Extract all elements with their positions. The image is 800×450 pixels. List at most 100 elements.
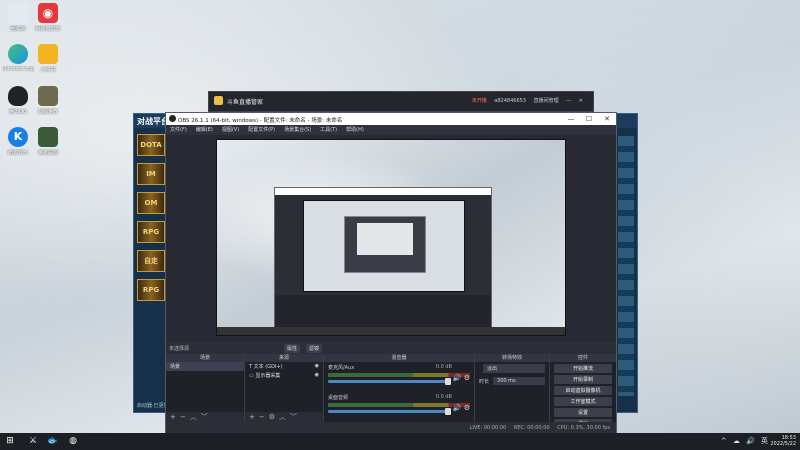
desktop-icon-warships[interactable]: 战舰世界 — [32, 86, 64, 115]
start-streaming-button[interactable]: 开始推流 — [554, 364, 612, 373]
taskbar-clock[interactable]: 18:53 2022/5/22 — [770, 435, 796, 447]
menu-tools[interactable]: 工具(T) — [320, 125, 337, 135]
taskbar: ⊞ ⚔ 🐟 ◍ ^ ☁ 🔊 英 18:53 2022/5/22 — [0, 433, 800, 450]
source-toolbar: 未选择源 属性 滤镜 — [166, 342, 616, 354]
maximize-button[interactable]: ☐ — [580, 113, 598, 125]
mixer-channel: 麦克风/Aux 0.0 dB 🔊 ⚙ — [324, 362, 474, 392]
menu-profile[interactable]: 配置文件(P) — [248, 125, 275, 135]
launcher-footer: 启动器·已更新 — [137, 403, 169, 409]
room-manage-link[interactable]: 直播间管理 — [534, 98, 559, 104]
desktop-icon-kugou[interactable]: K 酷狗音乐 — [2, 127, 34, 156]
game-tile[interactable]: 自走 — [137, 250, 165, 272]
obs-docks: 场景 场景 + − ︿ ﹀ 来源 T 文本 (GDI+) ◉ ▭ 显示器采集 ◉ + −… — [166, 354, 616, 428]
windows-start-icon[interactable]: ⊞ — [3, 435, 17, 448]
virtual-camera-button[interactable]: 启动虚拟摄像机 — [554, 386, 612, 395]
live-status: 未开播 — [471, 98, 487, 104]
desktop-icon-lol[interactable]: 英雄联盟 — [32, 127, 64, 156]
scenes-dock: 场景 场景 + − ︿ ﹀ — [166, 354, 245, 422]
text-source-icon: T — [249, 364, 253, 370]
nested-obs-capture — [274, 187, 492, 334]
obs-preview[interactable] — [216, 139, 566, 336]
launcher-game-list: DOTA IM OM RPG 自走 RPG — [137, 134, 165, 308]
desktop-icon-recycle-bin[interactable]: 回收站 — [2, 3, 34, 32]
obs-window[interactable]: OBS 26.1.1 (64-bit, windows) - 配置文件: 未命名… — [165, 112, 617, 435]
duration-input[interactable]: 300 ms — [493, 377, 545, 385]
close-icon[interactable]: ✕ — [579, 98, 583, 104]
kugou-icon: K — [8, 127, 28, 147]
filters-button[interactable]: 滤镜 — [306, 344, 323, 353]
douyu-live-manager-bar[interactable]: 斗鱼直播管家 未开播 a824846653 直播间管理 — ✕ — [208, 91, 594, 112]
settings-button[interactable]: 设置 — [554, 408, 612, 417]
up-icon[interactable]: ︿ — [279, 413, 286, 421]
controls-header: 控件 — [550, 354, 616, 362]
tray-chevron-icon[interactable]: ^ — [721, 437, 727, 445]
clock-date: 2022/5/22 — [770, 441, 796, 447]
user-id[interactable]: a824846653 — [494, 98, 526, 104]
transitions-dock: 转场特效 淡出 时长 300 ms — [475, 354, 550, 422]
add-icon[interactable]: + — [249, 413, 255, 421]
down-icon[interactable]: ﹀ — [290, 413, 297, 421]
properties-button[interactable]: 属性 — [284, 344, 301, 353]
network-icon[interactable]: ☁ — [733, 437, 740, 445]
input-method-icon[interactable]: 英 — [761, 437, 768, 445]
scenes-header: 场景 — [166, 354, 244, 362]
speaker-icon[interactable]: 🔊 — [453, 404, 462, 412]
remove-icon[interactable]: − — [180, 413, 186, 421]
recycle-bin-icon — [8, 3, 28, 23]
up-icon[interactable]: ︿ — [190, 413, 197, 421]
game-tile[interactable]: OM — [137, 192, 165, 214]
sources-dock: 来源 T 文本 (GDI+) ◉ ▭ 显示器采集 ◉ + − ⚙ ︿ ﹀ — [245, 354, 324, 422]
eye-icon[interactable]: ◉ — [315, 372, 319, 378]
menu-scene-collection[interactable]: 场景集合(S) — [284, 125, 311, 135]
source-item[interactable]: T 文本 (GDI+) ◉ — [245, 362, 323, 371]
obs-titlebar[interactable]: OBS 26.1.1 (64-bit, windows) - 配置文件: 未命名… — [166, 113, 616, 125]
menu-help[interactable]: 帮助(H) — [346, 125, 364, 135]
popup-title: 斗鱼直播管家 — [227, 99, 264, 106]
game-tile[interactable]: RPG — [137, 279, 165, 301]
gear-icon[interactable]: ⚙ — [269, 413, 275, 421]
game-tile[interactable]: RPG — [137, 221, 165, 243]
gear-icon[interactable]: ⚙ — [464, 404, 470, 412]
taskbar-game-icon[interactable]: ⚔ — [26, 435, 40, 448]
volume-icon[interactable]: 🔊 — [746, 437, 755, 445]
speaker-icon[interactable]: 🔊 — [453, 374, 462, 382]
desktop-icon-netease-music[interactable]: ◉ 网易云音乐 — [32, 3, 64, 32]
desktop-icon-edge[interactable]: Microsoft Edge — [2, 44, 34, 72]
lol-game-icon — [38, 127, 58, 147]
taskbar-obs-icon[interactable]: ◍ — [66, 435, 80, 448]
taskbar-douyu-icon[interactable]: 🐟 — [46, 435, 60, 448]
scene-item[interactable]: 场景 — [166, 362, 244, 371]
game-tile[interactable]: IM — [137, 163, 165, 185]
nested-preview — [303, 200, 465, 292]
menu-edit[interactable]: 编辑(E) — [196, 125, 213, 135]
no-source-label: 未选择源 — [169, 346, 190, 352]
minimize-icon[interactable]: — — [566, 98, 571, 104]
volume-slider[interactable] — [328, 408, 451, 415]
desktop-icon-xiaohongshu[interactable]: 小红书 — [32, 44, 64, 73]
netease-music-icon: ◉ — [38, 3, 58, 23]
game-tile[interactable]: DOTA — [137, 134, 165, 156]
desktop-icon-qq[interactable]: 腾讯QQ — [2, 86, 34, 115]
volume-meter — [328, 403, 470, 407]
edge-icon — [8, 44, 28, 64]
duration-label: 时长 — [479, 378, 490, 385]
source-item[interactable]: ▭ 显示器采集 ◉ — [245, 371, 323, 380]
preview-taskbar — [217, 327, 565, 335]
menu-view[interactable]: 视图(V) — [222, 125, 239, 135]
menu-file[interactable]: 文件(F) — [170, 125, 187, 135]
eye-icon[interactable]: ◉ — [315, 363, 319, 369]
rec-timer: REC: 00:00:00 — [513, 425, 550, 431]
down-icon[interactable]: ﹀ — [201, 413, 208, 421]
channel-db: 0.0 dB — [435, 364, 452, 370]
system-tray: ^ ☁ 🔊 英 — [717, 436, 768, 446]
gear-icon[interactable]: ⚙ — [464, 374, 470, 382]
remove-icon[interactable]: − — [259, 413, 265, 421]
volume-meter — [328, 373, 470, 377]
transition-select[interactable]: 淡出 — [483, 364, 545, 373]
start-recording-button[interactable]: 开始录制 — [554, 375, 612, 384]
add-icon[interactable]: + — [170, 413, 176, 421]
volume-slider[interactable] — [328, 378, 451, 385]
studio-mode-button[interactable]: 工作室模式 — [554, 397, 612, 406]
close-button[interactable]: ✕ — [598, 113, 616, 125]
minimize-button[interactable]: — — [562, 113, 580, 125]
